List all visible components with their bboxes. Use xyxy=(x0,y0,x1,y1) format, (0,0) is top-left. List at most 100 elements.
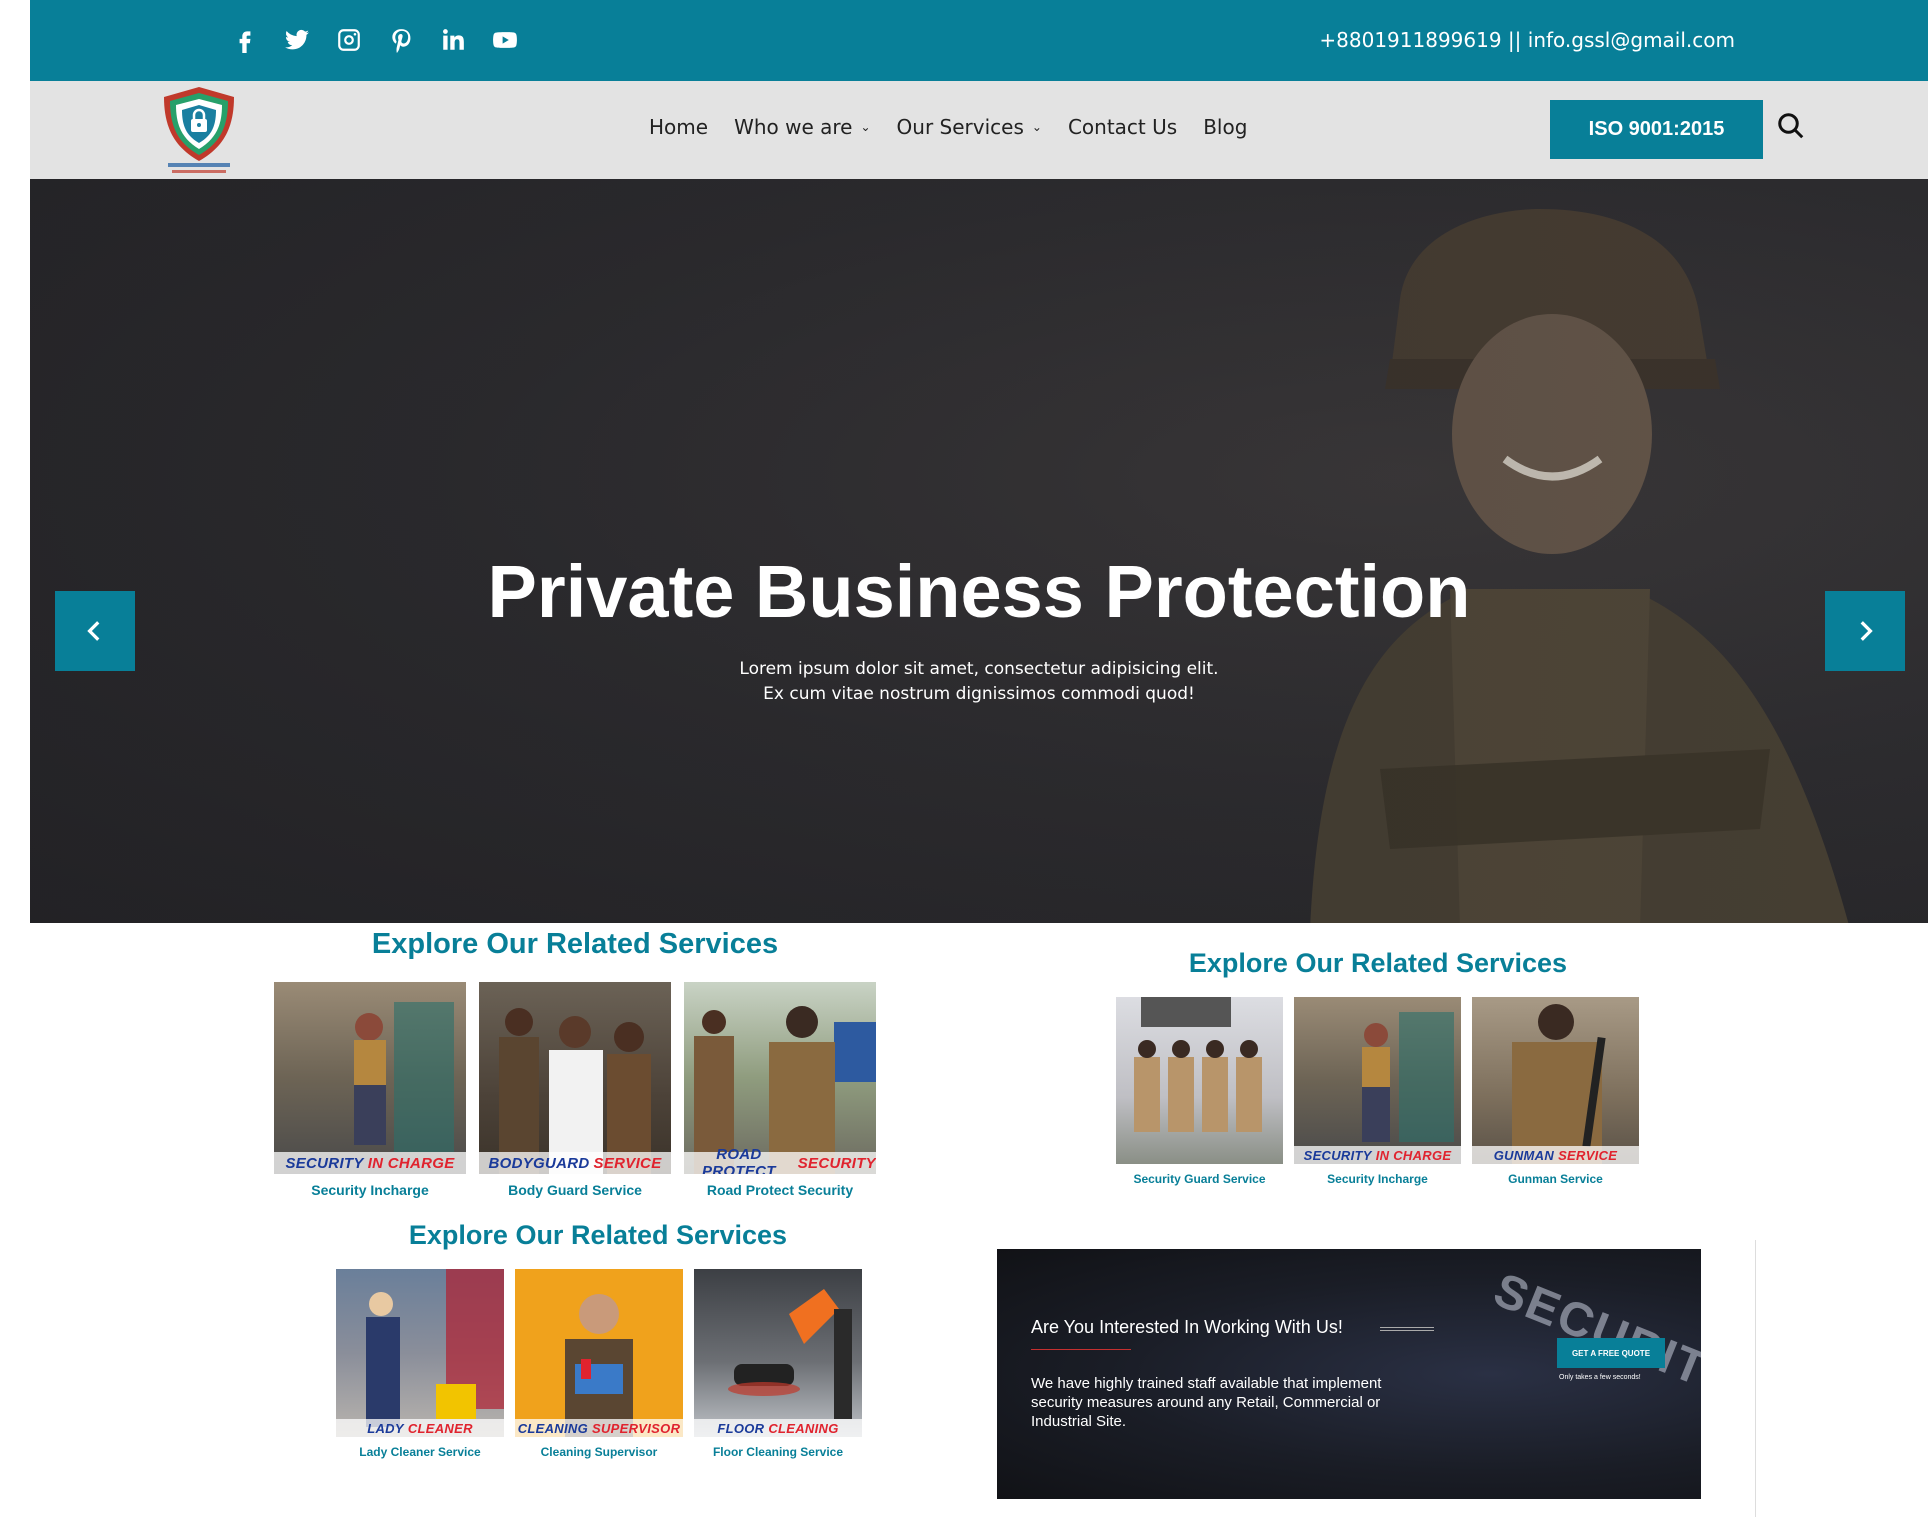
banner-red-text: SECURITY xyxy=(797,1154,876,1172)
twitter-icon[interactable] xyxy=(282,22,312,58)
cta-underline xyxy=(1031,1349,1131,1350)
service-banner: LADY CLEANER xyxy=(336,1419,504,1437)
banner-blue-text: GUNMAN xyxy=(1493,1147,1555,1163)
search-icon[interactable] xyxy=(1776,111,1810,145)
contact-info[interactable]: +8801911899619 || info.gssl@gmail.com xyxy=(1319,28,1735,52)
service-card-security-incharge[interactable]: SECURITY IN CHARGE Security Incharge xyxy=(274,982,466,1198)
service-caption: Gunman Service xyxy=(1508,1172,1603,1186)
nav-blog[interactable]: Blog xyxy=(1203,115,1247,139)
banner-blue-text: SECURITY xyxy=(1303,1147,1372,1163)
youtube-icon[interactable] xyxy=(490,22,520,58)
service-image: LADY CLEANER xyxy=(336,1269,504,1437)
chevron-right-icon xyxy=(1860,621,1873,641)
hero-title: Private Business Protection xyxy=(487,550,1471,633)
service-banner: ROAD PROTECT SECURITY xyxy=(684,1146,876,1174)
banner-blue-text: ROAD PROTECT xyxy=(701,1146,776,1174)
cta-banner: SECURITY Are You Interested In Working W… xyxy=(997,1249,1701,1499)
banner-red-text: SUPERVISOR xyxy=(592,1420,681,1436)
service-banner: SECURITY IN CHARGE xyxy=(274,1152,466,1174)
service-image xyxy=(1116,997,1283,1164)
service-caption: Security Incharge xyxy=(311,1182,429,1198)
service-image: ROAD PROTECT SECURITY xyxy=(684,982,876,1174)
service-card-floor-cleaning[interactable]: FLOOR CLEANING Floor Cleaning Service xyxy=(694,1269,862,1459)
banner-red-text: CLEANER xyxy=(407,1420,473,1436)
get-quote-button[interactable]: GET A FREE QUOTE xyxy=(1557,1338,1665,1368)
chevron-down-icon: ⌄ xyxy=(1031,120,1042,134)
chevron-down-icon: ⌄ xyxy=(860,120,871,134)
service-image: GUNMAN SERVICE xyxy=(1472,997,1639,1164)
service-image: BODYGUARD SERVICE xyxy=(479,982,671,1174)
nav-home[interactable]: Home xyxy=(649,115,708,139)
service-caption: Lady Cleaner Service xyxy=(359,1445,481,1459)
service-banner: FLOOR CLEANING xyxy=(694,1419,862,1437)
cta-title: Are You Interested In Working With Us! xyxy=(1031,1317,1343,1337)
top-bar: +8801911899619 || info.gssl@gmail.com xyxy=(30,0,1928,81)
linkedin-icon[interactable] xyxy=(438,22,468,58)
slider-next-button[interactable] xyxy=(1825,591,1905,671)
nav-contact-us-label: Contact Us xyxy=(1067,115,1178,139)
hero-subtitle-line-2: Ex cum vitae nostrum dignissimos commodi… xyxy=(763,684,1195,704)
company-logo[interactable] xyxy=(154,83,244,179)
cta-divider xyxy=(1380,1327,1434,1331)
service-caption: Cleaning Supervisor xyxy=(540,1445,658,1459)
service-caption: Floor Cleaning Service xyxy=(712,1445,844,1459)
nav-contact-us[interactable]: Contact Us xyxy=(1068,115,1177,139)
banner-blue-text: LADY xyxy=(367,1420,404,1436)
slider-prev-button[interactable] xyxy=(55,591,135,671)
service-caption: Security Guard Service xyxy=(1133,1172,1266,1186)
nav-our-services[interactable]: Our Services ⌄ xyxy=(897,115,1042,139)
service-card-cleaning-supervisor[interactable]: CLEANING SUPERVISOR Cleaning Supervisor xyxy=(515,1269,683,1459)
cta-note: Only takes a few seconds! xyxy=(1559,1374,1641,1381)
banner-blue-text: BODYGUARD xyxy=(488,1154,590,1172)
service-card-body-guard[interactable]: BODYGUARD SERVICE Body Guard Service xyxy=(479,982,671,1198)
services-b-title: Explore Our Related Services xyxy=(1188,948,1568,978)
chevron-left-icon xyxy=(87,621,100,641)
banner-blue-text: FLOOR xyxy=(717,1420,765,1436)
divider-line xyxy=(1755,1240,1756,1517)
service-card-road-protect[interactable]: ROAD PROTECT SECURITY Road Protect Securi… xyxy=(684,982,876,1198)
nav-blog-label: Blog xyxy=(1203,115,1248,139)
banner-red-text: CLEANING xyxy=(768,1420,839,1436)
service-image: FLOOR CLEANING xyxy=(694,1269,862,1437)
cta-watermark: SECURITY xyxy=(1486,1263,1701,1410)
banner-red-text: SERVICE xyxy=(1558,1147,1618,1163)
banner-red-text: IN CHARGE xyxy=(1375,1147,1452,1163)
nav-our-services-label: Our Services xyxy=(896,115,1024,139)
service-image: SECURITY IN CHARGE xyxy=(1294,997,1461,1164)
banner-red-text: IN CHARGE xyxy=(367,1154,455,1172)
banner-blue-text: CLEANING xyxy=(517,1420,589,1436)
instagram-icon[interactable] xyxy=(334,22,364,58)
service-card-lady-cleaner[interactable]: LADY CLEANER Lady Cleaner Service xyxy=(336,1269,504,1459)
nav-who-we-are[interactable]: Who we are ⌄ xyxy=(734,115,870,139)
service-caption: Road Protect Security xyxy=(706,1182,854,1198)
service-banner: SECURITY IN CHARGE xyxy=(1294,1146,1461,1164)
nav-who-we-are-label: Who we are xyxy=(734,115,853,139)
navbar: Home Who we are ⌄ Our Services ⌄ Contact U… xyxy=(30,81,1928,179)
main-menu: Home Who we are ⌄ Our Services ⌄ Contact U… xyxy=(649,115,1247,139)
service-banner: CLEANING SUPERVISOR xyxy=(515,1419,683,1437)
service-image: CLEANING SUPERVISOR xyxy=(515,1269,683,1437)
left-gutter xyxy=(0,0,30,1517)
nav-home-label: Home xyxy=(649,115,709,139)
service-caption: Body Guard Service xyxy=(508,1182,642,1198)
service-card-security-incharge-2[interactable]: SECURITY IN CHARGE Security Incharge xyxy=(1294,997,1461,1186)
hero-subtitle-line-1: Lorem ipsum dolor sit amet, consectetur … xyxy=(739,659,1219,679)
social-links xyxy=(230,22,520,58)
pinterest-icon[interactable] xyxy=(386,22,416,58)
service-card-gunman[interactable]: GUNMAN SERVICE Gunman Service xyxy=(1472,997,1639,1186)
banner-red-text: SERVICE xyxy=(593,1154,662,1172)
service-caption: Security Incharge xyxy=(1327,1172,1428,1186)
services-a-title: Explore Our Related Services xyxy=(371,928,779,960)
hero-slider: Private Business Protection Lorem ipsum … xyxy=(30,179,1928,923)
iso-button[interactable]: ISO 9001:2015 xyxy=(1550,100,1763,159)
hero-subtitle: Lorem ipsum dolor sit amet, consectetur … xyxy=(30,657,1928,707)
service-image: SECURITY IN CHARGE xyxy=(274,982,466,1174)
service-card-security-guard[interactable]: Security Guard Service xyxy=(1116,997,1283,1186)
service-banner: GUNMAN SERVICE xyxy=(1472,1146,1639,1164)
page: +8801911899619 || info.gssl@gmail.com Ho… xyxy=(0,0,1928,1517)
cta-text: We have highly trained staff available t… xyxy=(1031,1375,1382,1430)
services-c-title: Explore Our Related Services xyxy=(408,1220,788,1250)
banner-blue-text: SECURITY xyxy=(285,1154,364,1172)
service-banner: BODYGUARD SERVICE xyxy=(479,1152,671,1174)
facebook-icon[interactable] xyxy=(230,22,260,58)
